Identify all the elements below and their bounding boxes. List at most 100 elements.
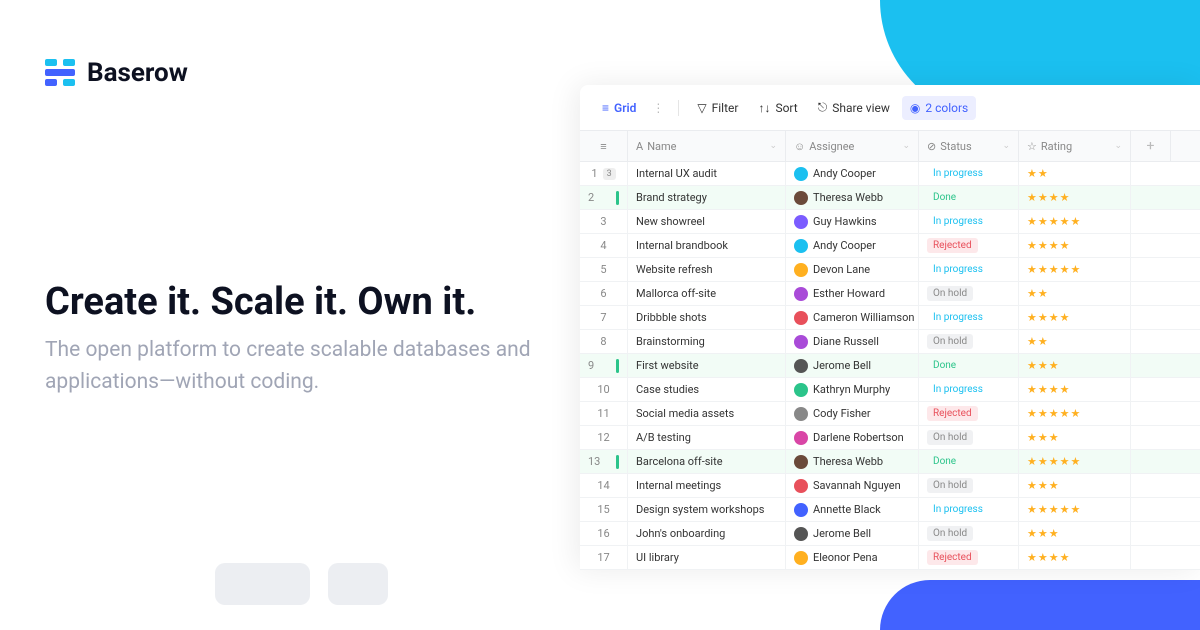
cell-status[interactable]: In progress <box>919 258 1019 281</box>
cell-rating[interactable]: ★★★ <box>1019 474 1131 497</box>
cell-status[interactable]: Done <box>919 354 1019 377</box>
cell-rating[interactable]: ★★ <box>1019 282 1131 305</box>
table-row[interactable]: 7Dribbble shotsCameron WilliamsonIn prog… <box>580 306 1200 330</box>
table-row[interactable]: 17UI libraryEleonor PenaRejected★★★★ <box>580 546 1200 570</box>
cell-status[interactable]: In progress <box>919 162 1019 185</box>
cell-name[interactable]: Design system workshops <box>628 498 786 521</box>
row-number: 3 <box>580 210 628 233</box>
cell-assignee[interactable]: Theresa Webb <box>786 186 919 209</box>
cell-name[interactable]: Internal meetings <box>628 474 786 497</box>
cell-status[interactable]: On hold <box>919 522 1019 545</box>
cell-status[interactable]: On hold <box>919 426 1019 449</box>
cell-name[interactable]: Mallorca off-site <box>628 282 786 305</box>
table-row[interactable]: 12A/B testingDarlene RobertsonOn hold★★★ <box>580 426 1200 450</box>
cell-assignee[interactable]: Savannah Nguyen <box>786 474 919 497</box>
table-row[interactable]: 13Internal UX auditAndy CooperIn progres… <box>580 162 1200 186</box>
share-button[interactable]: ⎋ Share view <box>810 95 898 120</box>
cell-status[interactable]: Rejected <box>919 402 1019 425</box>
table-row[interactable]: 15Design system workshopsAnnette BlackIn… <box>580 498 1200 522</box>
cell-status[interactable]: On hold <box>919 282 1019 305</box>
cell-assignee[interactable]: Theresa Webb <box>786 450 919 473</box>
cell-rating[interactable]: ★★ <box>1019 162 1131 185</box>
sort-button[interactable]: ↑↓ Sort <box>750 96 805 120</box>
cell-status[interactable]: In progress <box>919 210 1019 233</box>
cell-status[interactable]: Done <box>919 186 1019 209</box>
cell-rating[interactable]: ★★★★★ <box>1019 402 1131 425</box>
filter-button[interactable]: ▽ Filter <box>689 96 746 120</box>
cell-assignee[interactable]: Kathryn Murphy <box>786 378 919 401</box>
cell-rating[interactable]: ★★★★ <box>1019 378 1131 401</box>
cell-status[interactable]: Rejected <box>919 546 1019 569</box>
cell-rating[interactable]: ★★★ <box>1019 354 1131 377</box>
sort-icon: ↑↓ <box>758 101 770 115</box>
colors-button[interactable]: ◉ 2 colors <box>902 96 976 120</box>
cell-assignee[interactable]: Guy Hawkins <box>786 210 919 233</box>
cell-name[interactable]: A/B testing <box>628 426 786 449</box>
cell-name[interactable]: John's onboarding <box>628 522 786 545</box>
table-row[interactable]: 2Brand strategyTheresa WebbDone★★★★ <box>580 186 1200 210</box>
cell-name[interactable]: Case studies <box>628 378 786 401</box>
cell-status[interactable]: On hold <box>919 330 1019 353</box>
cell-name[interactable]: Barcelona off-site <box>628 450 786 473</box>
cell-assignee[interactable]: Diane Russell <box>786 330 919 353</box>
cell-status[interactable]: Done <box>919 450 1019 473</box>
cell-assignee[interactable]: Eleonor Pena <box>786 546 919 569</box>
cell-rating[interactable]: ★★★★ <box>1019 306 1131 329</box>
cell-status[interactable]: In progress <box>919 498 1019 521</box>
cell-status[interactable]: Rejected <box>919 234 1019 257</box>
column-rating[interactable]: ☆ Rating ⌄ <box>1019 131 1131 161</box>
table-row[interactable]: 5Website refreshDevon LaneIn progress★★★… <box>580 258 1200 282</box>
cell-rating[interactable]: ★★★★★ <box>1019 258 1131 281</box>
cell-assignee[interactable]: Cameron Williamson <box>786 306 919 329</box>
cell-assignee[interactable]: Andy Cooper <box>786 234 919 257</box>
cell-name[interactable]: Internal UX audit <box>628 162 786 185</box>
cell-rating[interactable]: ★★★★★ <box>1019 498 1131 521</box>
column-assignee[interactable]: ☺ Assignee ⌄ <box>786 131 919 161</box>
cell-status[interactable]: In progress <box>919 378 1019 401</box>
cell-name[interactable]: Website refresh <box>628 258 786 281</box>
column-status[interactable]: ⊘ Status ⌄ <box>919 131 1019 161</box>
cell-assignee[interactable]: Darlene Robertson <box>786 426 919 449</box>
cell-rating[interactable]: ★★★ <box>1019 426 1131 449</box>
cell-rating[interactable]: ★★ <box>1019 330 1131 353</box>
table-row[interactable]: 6Mallorca off-siteEsther HowardOn hold★★ <box>580 282 1200 306</box>
row-handle-header[interactable]: ≡ <box>580 131 628 161</box>
cell-rating[interactable]: ★★★★ <box>1019 234 1131 257</box>
table-row[interactable]: 3New showreelGuy HawkinsIn progress★★★★★ <box>580 210 1200 234</box>
cell-assignee[interactable]: Jerome Bell <box>786 522 919 545</box>
table-row[interactable]: 11Social media assetsCody FisherRejected… <box>580 402 1200 426</box>
table-row[interactable]: 13Barcelona off-siteTheresa WebbDone★★★★… <box>580 450 1200 474</box>
table-row[interactable]: 4Internal brandbookAndy CooperRejected★★… <box>580 234 1200 258</box>
cell-name[interactable]: UI library <box>628 546 786 569</box>
cell-assignee[interactable]: Jerome Bell <box>786 354 919 377</box>
cell-name[interactable]: Brainstorming <box>628 330 786 353</box>
cell-assignee[interactable]: Andy Cooper <box>786 162 919 185</box>
cell-rating[interactable]: ★★★★ <box>1019 186 1131 209</box>
view-more-icon[interactable]: ⋮ <box>648 101 668 115</box>
cell-rating[interactable]: ★★★★★ <box>1019 210 1131 233</box>
table-row[interactable]: 8BrainstormingDiane RussellOn hold★★ <box>580 330 1200 354</box>
cell-name[interactable]: Brand strategy <box>628 186 786 209</box>
cell-name[interactable]: First website <box>628 354 786 377</box>
cell-name[interactable]: New showreel <box>628 210 786 233</box>
table-row[interactable]: 9First websiteJerome BellDone★★★ <box>580 354 1200 378</box>
cell-assignee[interactable]: Devon Lane <box>786 258 919 281</box>
cell-name[interactable]: Internal brandbook <box>628 234 786 257</box>
column-name[interactable]: A Name ⌄ <box>628 131 786 161</box>
cell-name[interactable]: Dribbble shots <box>628 306 786 329</box>
cell-rating[interactable]: ★★★★★ <box>1019 450 1131 473</box>
cell-assignee[interactable]: Annette Black <box>786 498 919 521</box>
cell-assignee[interactable]: Esther Howard <box>786 282 919 305</box>
cell-status[interactable]: In progress <box>919 306 1019 329</box>
view-selector[interactable]: ≡ Grid <box>594 96 644 120</box>
cell-rating[interactable]: ★★★★ <box>1019 546 1131 569</box>
table-row[interactable]: 14Internal meetingsSavannah NguyenOn hol… <box>580 474 1200 498</box>
cell-rating[interactable]: ★★★ <box>1019 522 1131 545</box>
cell-assignee[interactable]: Cody Fisher <box>786 402 919 425</box>
table-row[interactable]: 10Case studiesKathryn MurphyIn progress★… <box>580 378 1200 402</box>
add-column-button[interactable]: + <box>1131 131 1171 161</box>
row-number: 5 <box>580 258 628 281</box>
cell-status[interactable]: On hold <box>919 474 1019 497</box>
cell-name[interactable]: Social media assets <box>628 402 786 425</box>
table-row[interactable]: 16John's onboardingJerome BellOn hold★★★ <box>580 522 1200 546</box>
